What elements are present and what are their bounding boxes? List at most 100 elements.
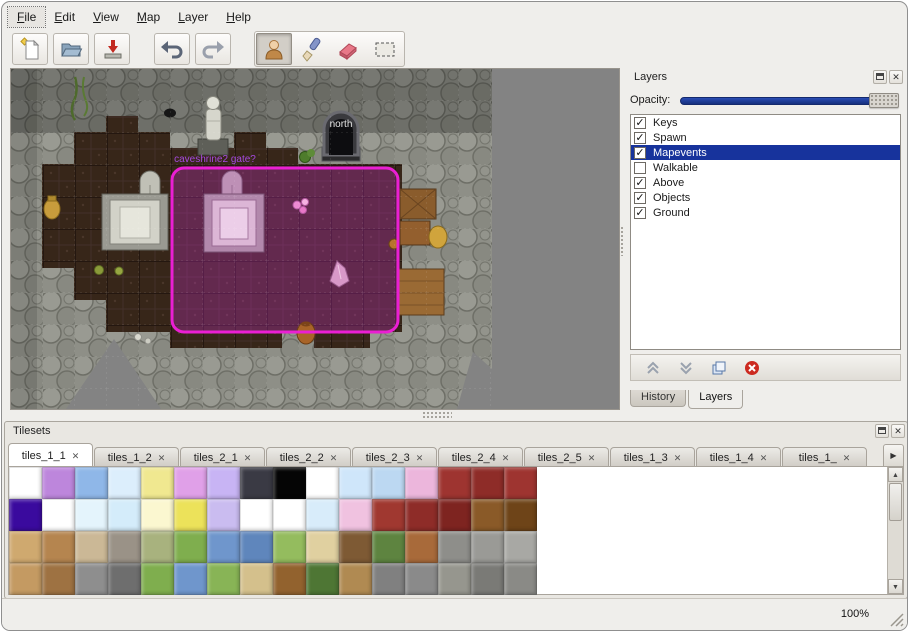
tile[interactable] xyxy=(174,531,207,563)
tile[interactable] xyxy=(240,499,273,531)
tileset-tab-tiles_1_3[interactable]: tiles_1_3✕ xyxy=(610,447,695,467)
scrollbar-thumb[interactable] xyxy=(889,483,902,521)
tile[interactable] xyxy=(372,467,405,499)
tile[interactable] xyxy=(141,467,174,499)
tile[interactable] xyxy=(108,499,141,531)
close-tilesets-button[interactable]: ✕ xyxy=(891,424,905,438)
splitter-horizontal[interactable] xyxy=(422,411,452,419)
layer-row-walkable[interactable]: Walkable xyxy=(631,160,900,175)
tile[interactable] xyxy=(240,563,273,595)
layer-visibility-checkbox[interactable]: ✓ xyxy=(634,117,646,129)
tileset-tab-tiles_2_5[interactable]: tiles_2_5✕ xyxy=(524,447,609,467)
tile[interactable] xyxy=(471,499,504,531)
tile[interactable] xyxy=(306,563,339,595)
layer-visibility-checkbox[interactable] xyxy=(634,162,646,174)
delete-layer-button[interactable] xyxy=(742,358,762,378)
tileset-scrollbar[interactable]: ▲ ▼ xyxy=(887,467,903,594)
tile[interactable] xyxy=(108,531,141,563)
layer-row-keys[interactable]: ✓Keys xyxy=(631,115,900,130)
tile[interactable] xyxy=(42,467,75,499)
tile[interactable] xyxy=(141,563,174,595)
scroll-up-button[interactable]: ▲ xyxy=(888,467,903,482)
tile[interactable] xyxy=(471,563,504,595)
close-tab-icon[interactable]: ✕ xyxy=(588,453,596,463)
raise-layer-button[interactable] xyxy=(643,358,663,378)
tile[interactable] xyxy=(405,499,438,531)
tile[interactable] xyxy=(141,499,174,531)
tileset-tab-tiles_2_2[interactable]: tiles_2_2✕ xyxy=(266,447,351,467)
scroll-down-button[interactable]: ▼ xyxy=(888,579,903,594)
tileset-tab-tiles_1_4[interactable]: tiles_1_4✕ xyxy=(696,447,781,467)
close-panel-button[interactable]: ✕ xyxy=(889,70,903,84)
tile[interactable] xyxy=(504,467,537,499)
splitter-vertical[interactable] xyxy=(620,226,625,256)
tile[interactable] xyxy=(207,467,240,499)
tile[interactable] xyxy=(405,467,438,499)
layer-row-objects[interactable]: ✓Objects xyxy=(631,190,900,205)
close-tab-icon[interactable]: ✕ xyxy=(244,453,252,463)
tileset-view[interactable]: ▲ ▼ xyxy=(8,466,904,595)
float-panel-button[interactable] xyxy=(873,70,887,84)
tileset-tab-tiles_1_[interactable]: tiles_1_✕ xyxy=(782,447,867,467)
tile[interactable] xyxy=(240,467,273,499)
tile[interactable] xyxy=(438,467,471,499)
close-tab-icon[interactable]: ✕ xyxy=(330,453,338,463)
tile[interactable] xyxy=(438,531,471,563)
tile[interactable] xyxy=(339,531,372,563)
tile[interactable] xyxy=(339,563,372,595)
tile[interactable] xyxy=(141,531,174,563)
duplicate-layer-button[interactable] xyxy=(709,358,729,378)
stamp-tool-button[interactable] xyxy=(256,33,292,65)
tile[interactable] xyxy=(174,467,207,499)
opacity-slider-handle[interactable] xyxy=(869,93,899,108)
tile[interactable] xyxy=(273,563,306,595)
map-canvas[interactable]: north caveshrine2 gate? xyxy=(10,68,620,410)
close-tab-icon[interactable]: ✕ xyxy=(72,451,80,461)
eraser-tool-button[interactable] xyxy=(330,33,366,65)
close-tab-icon[interactable]: ✕ xyxy=(502,453,510,463)
tile[interactable] xyxy=(75,499,108,531)
tileset-tab-tiles_2_4[interactable]: tiles_2_4✕ xyxy=(438,447,523,467)
resize-grip[interactable] xyxy=(889,612,904,627)
close-tab-icon[interactable]: ✕ xyxy=(416,453,424,463)
tile[interactable] xyxy=(273,467,306,499)
tile[interactable] xyxy=(273,499,306,531)
layer-row-ground[interactable]: ✓Ground xyxy=(631,205,900,220)
layer-visibility-checkbox[interactable]: ✓ xyxy=(634,192,646,204)
close-tab-icon[interactable]: ✕ xyxy=(674,453,682,463)
open-button[interactable] xyxy=(53,33,89,65)
scroll-tabs-right-button[interactable]: ▶ xyxy=(883,444,904,467)
layer-visibility-checkbox[interactable]: ✓ xyxy=(634,177,646,189)
menu-help[interactable]: Help xyxy=(217,7,260,27)
tile[interactable] xyxy=(306,467,339,499)
tileset-tab-tiles_1_2[interactable]: tiles_1_2✕ xyxy=(94,447,179,467)
tile[interactable] xyxy=(42,499,75,531)
tile[interactable] xyxy=(306,531,339,563)
tile[interactable] xyxy=(438,563,471,595)
tile[interactable] xyxy=(108,467,141,499)
new-file-button[interactable] xyxy=(12,33,48,65)
redo-button[interactable] xyxy=(195,33,231,65)
tile[interactable] xyxy=(75,531,108,563)
save-button[interactable] xyxy=(94,33,130,65)
tile[interactable] xyxy=(339,499,372,531)
tile[interactable] xyxy=(75,563,108,595)
select-tool-button[interactable] xyxy=(367,33,403,65)
tile[interactable] xyxy=(504,499,537,531)
tile[interactable] xyxy=(42,563,75,595)
tile[interactable] xyxy=(471,531,504,563)
close-tab-icon[interactable]: ✕ xyxy=(843,453,851,463)
layer-row-above[interactable]: ✓Above xyxy=(631,175,900,190)
tile[interactable] xyxy=(273,531,306,563)
tile[interactable] xyxy=(372,563,405,595)
tileset-tab-tiles_2_1[interactable]: tiles_2_1✕ xyxy=(180,447,265,467)
tile[interactable] xyxy=(9,499,42,531)
tile[interactable] xyxy=(504,563,537,595)
layer-visibility-checkbox[interactable]: ✓ xyxy=(634,207,646,219)
tile[interactable] xyxy=(174,499,207,531)
lower-layer-button[interactable] xyxy=(676,358,696,378)
menu-layer[interactable]: Layer xyxy=(169,7,217,27)
tile[interactable] xyxy=(339,467,372,499)
close-tab-icon[interactable]: ✕ xyxy=(760,453,768,463)
layer-visibility-checkbox[interactable]: ✓ xyxy=(634,132,646,144)
